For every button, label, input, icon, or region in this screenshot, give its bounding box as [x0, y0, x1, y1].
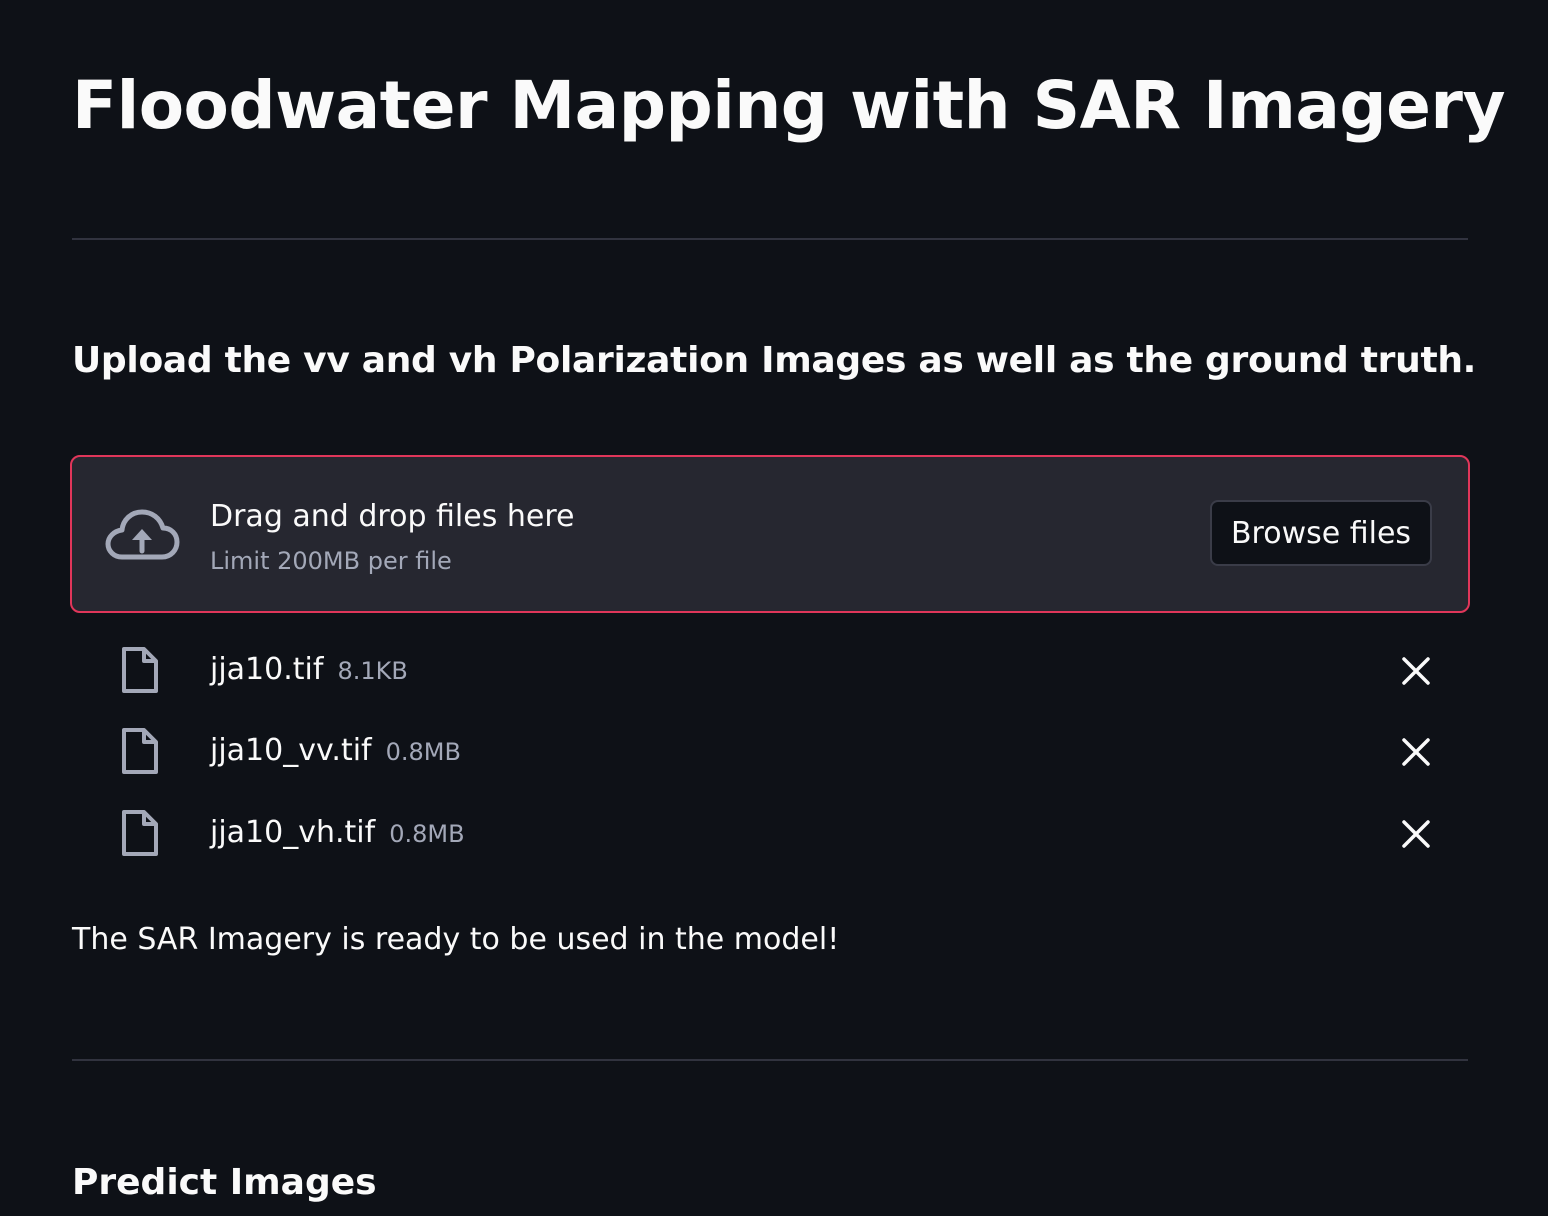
browse-files-button[interactable]: Browse files [1210, 500, 1432, 566]
file-name: jja10.tif 8.1KB [210, 648, 408, 693]
uploaded-file-row: jja10.tif 8.1KB [72, 635, 1468, 705]
file-icon [120, 645, 160, 695]
file-dropzone[interactable]: Drag and drop files here Limit 200MB per… [70, 455, 1470, 613]
file-size: 8.1KB [337, 657, 408, 685]
page-title: Floodwater Mapping with SAR Imagery [72, 67, 1506, 144]
close-icon [1394, 657, 1438, 696]
uploaded-file-row: jja10_vv.tif 0.8MB [72, 716, 1468, 786]
uploaded-file-row: jja10_vh.tif 0.8MB [72, 798, 1468, 868]
file-size-limit: Limit 200MB per file [210, 547, 452, 575]
file-size: 0.8MB [389, 820, 465, 848]
close-icon [1394, 820, 1438, 859]
divider [72, 238, 1468, 240]
file-name-text: jja10_vv.tif [210, 733, 372, 768]
file-name: jja10_vv.tif 0.8MB [210, 729, 461, 774]
remove-file-button[interactable] [1394, 649, 1438, 693]
upload-heading: Upload the vv and vh Polarization Images… [72, 340, 1477, 381]
file-size: 0.8MB [385, 738, 461, 766]
remove-file-button[interactable] [1394, 730, 1438, 774]
drag-drop-label: Drag and drop files here [210, 499, 575, 534]
app-page: Floodwater Mapping with SAR Imagery Uplo… [0, 0, 1548, 1216]
dropzone-instructions: Drag and drop files here Limit 200MB per… [210, 495, 574, 581]
close-icon [1394, 738, 1438, 777]
remove-file-button[interactable] [1394, 812, 1438, 856]
file-name-text: jja10_vh.tif [210, 815, 376, 850]
file-icon [120, 726, 160, 776]
file-name: jja10_vh.tif 0.8MB [210, 811, 465, 856]
predict-heading: Predict Images [72, 1162, 377, 1203]
cloud-upload-icon [104, 507, 180, 563]
divider [72, 1059, 1468, 1061]
file-name-text: jja10.tif [210, 652, 324, 687]
file-icon [120, 808, 160, 858]
status-message: The SAR Imagery is ready to be used in t… [72, 922, 840, 957]
